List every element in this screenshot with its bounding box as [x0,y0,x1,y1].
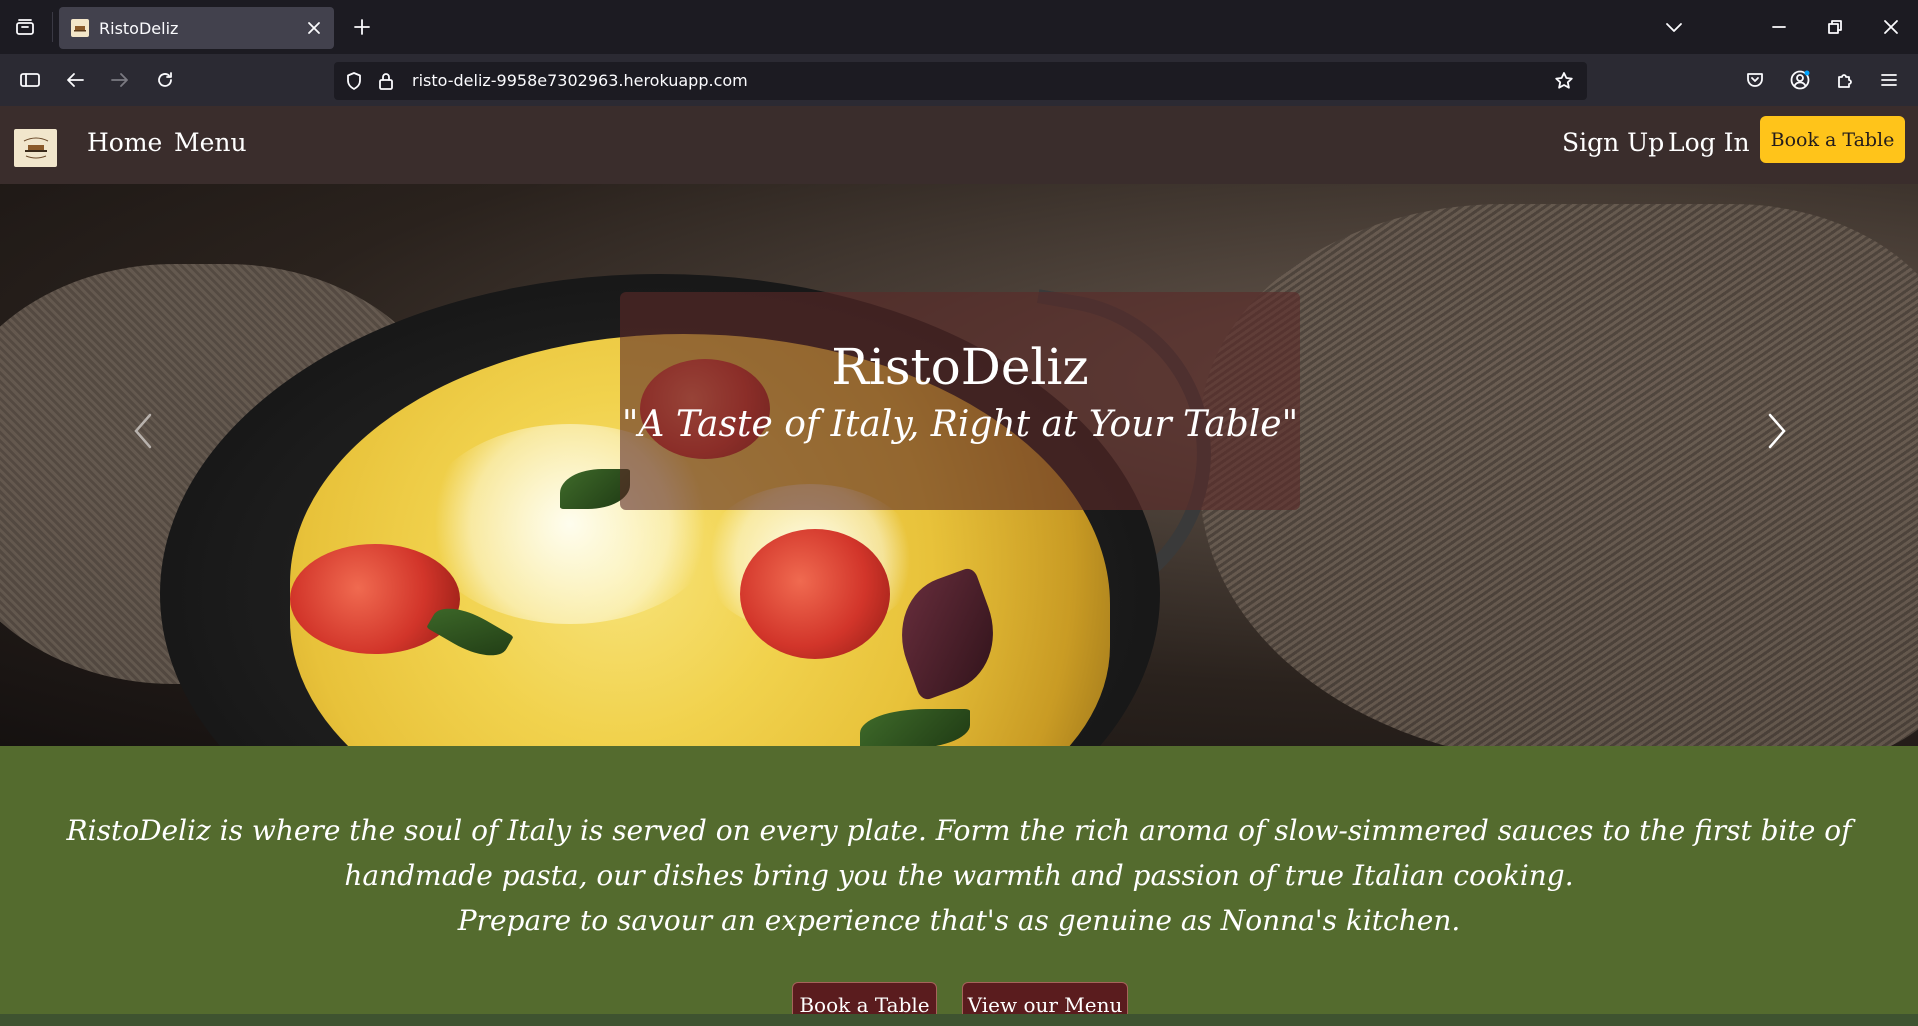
intro-line-1: RistoDeliz is where the soul of Italy is… [66,814,1852,847]
hero-title: RistoDeliz [831,338,1089,396]
ristodeliz-logo[interactable] [14,129,57,167]
lock-icon[interactable] [376,71,396,91]
url-bar[interactable]: risto-deliz-9958e7302963.herokuapp.com [334,62,1587,100]
sidebar-toggle-icon[interactable] [15,65,45,95]
restaurant-favicon-icon [71,19,89,37]
pocket-icon[interactable] [1740,65,1770,95]
hero-carousel: RistoDeliz "A Taste of Italy, Right at Y… [0,184,1918,746]
nav-log-in-link[interactable]: Log In [1668,128,1750,157]
carousel-next-chevron-icon[interactable] [1756,406,1796,456]
tab-separator [52,12,53,42]
nav-sign-up-link[interactable]: Sign Up [1562,128,1664,157]
header-book-table-button[interactable]: Book a Table [1760,116,1905,163]
tomato-image [290,544,460,654]
burlap-cloth-image [1200,204,1918,746]
bookmark-star-icon[interactable] [1554,71,1574,91]
forward-arrow-icon [105,65,135,95]
browser-navigation-bar: risto-deliz-9958e7302963.herokuapp.com [0,54,1918,106]
hamburger-menu-icon[interactable] [1874,65,1904,95]
list-all-tabs-chevron-icon[interactable] [1659,12,1689,42]
hero-caption: RistoDeliz "A Taste of Italy, Right at Y… [620,292,1300,510]
nav-home-link[interactable]: Home [87,128,162,157]
restore-window-icon[interactable] [1820,12,1850,42]
close-tab-icon[interactable] [300,14,328,42]
tracking-protection-shield-icon[interactable] [344,71,364,91]
tab-title: RistoDeliz [99,18,179,38]
site-header: Home Menu Sign Up Log In Book a Table [0,106,1918,184]
new-tab-icon[interactable] [348,13,376,41]
nav-menu-link[interactable]: Menu [174,128,247,157]
page-bottom-edge [0,1014,1918,1026]
back-arrow-icon[interactable] [60,65,90,95]
browser-tab-active[interactable]: RistoDeliz [59,7,334,49]
tab-list-icon[interactable] [10,14,40,40]
extensions-puzzle-icon[interactable] [1830,65,1860,95]
minimize-window-icon[interactable] [1764,12,1794,42]
close-window-icon[interactable] [1876,12,1906,42]
reload-icon[interactable] [150,65,180,95]
hero-subtitle: "A Taste of Italy, Right at Your Table" [621,404,1299,445]
intro-line-3: Prepare to savour an experience that's a… [457,904,1461,937]
carousel-prev-chevron-icon[interactable] [124,406,164,456]
intro-line-2: handmade pasta, our dishes bring you the… [344,859,1574,892]
browser-tab-bar: RistoDeliz [0,0,1918,54]
intro-section: RistoDeliz is where the soul of Italy is… [0,746,1918,1026]
url-text[interactable]: risto-deliz-9958e7302963.herokuapp.com [412,71,748,90]
tomato-image [740,529,890,659]
account-avatar-icon[interactable] [1785,65,1815,95]
